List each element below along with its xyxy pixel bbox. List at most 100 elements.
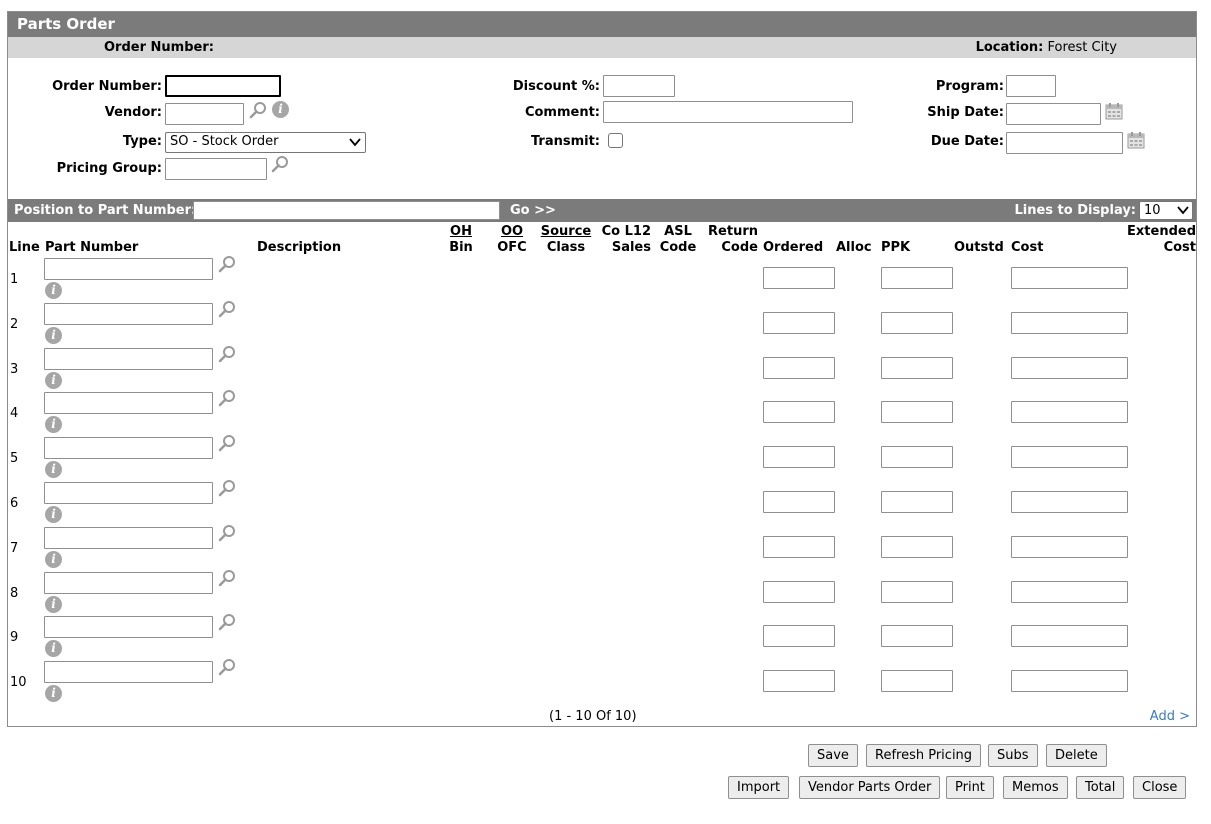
cost-input[interactable] xyxy=(1011,581,1128,603)
part-info-icon[interactable]: i xyxy=(45,640,62,657)
part-info-icon[interactable]: i xyxy=(45,372,62,389)
ordered-input[interactable] xyxy=(763,401,835,423)
cost-input[interactable] xyxy=(1011,446,1128,468)
part-number-input[interactable] xyxy=(44,348,213,370)
part-number-input[interactable] xyxy=(44,437,213,459)
cost-input[interactable] xyxy=(1011,267,1128,289)
part-info-icon[interactable]: i xyxy=(45,551,62,568)
ordered-input[interactable] xyxy=(763,670,835,692)
part-info-icon[interactable]: i xyxy=(45,506,62,523)
ordered-input[interactable] xyxy=(763,446,835,468)
program-input[interactable] xyxy=(1006,75,1056,97)
ppk-input[interactable] xyxy=(881,357,953,379)
print-button[interactable]: Print xyxy=(946,776,994,799)
vendor-input[interactable] xyxy=(165,103,244,125)
col-oh[interactable]: OH xyxy=(450,224,472,239)
ordered-input[interactable] xyxy=(763,312,835,334)
part-search-icon[interactable] xyxy=(217,434,237,454)
delete-button[interactable]: Delete xyxy=(1046,744,1107,767)
add-link[interactable]: Add > xyxy=(1150,709,1190,724)
cost-input[interactable] xyxy=(1011,312,1128,334)
lines-to-display-select[interactable]: 10 xyxy=(1139,201,1193,220)
cost-input[interactable] xyxy=(1011,401,1128,423)
import-button[interactable]: Import xyxy=(728,776,790,799)
position-to-part-input[interactable] xyxy=(193,201,500,220)
refresh-pricing-button[interactable]: Refresh Pricing xyxy=(866,744,982,767)
ordered-input[interactable] xyxy=(763,267,835,289)
part-search-icon[interactable] xyxy=(217,345,237,365)
comment-input[interactable] xyxy=(603,101,853,123)
vendor-info-icon[interactable]: i xyxy=(272,101,289,118)
cost-input[interactable] xyxy=(1011,670,1128,692)
due-date-calendar-icon[interactable] xyxy=(1127,131,1145,149)
part-info-icon[interactable]: i xyxy=(45,282,62,299)
ppk-input[interactable] xyxy=(881,267,953,289)
part-info-icon[interactable]: i xyxy=(45,327,62,344)
vendor-search-icon[interactable] xyxy=(248,101,268,121)
ppk-input[interactable] xyxy=(881,581,953,603)
ordered-input[interactable] xyxy=(763,536,835,558)
part-search-icon[interactable] xyxy=(217,569,237,589)
order-number-input[interactable] xyxy=(165,75,281,97)
discount-input[interactable] xyxy=(603,75,675,97)
part-search-icon[interactable] xyxy=(217,479,237,499)
cost-input[interactable] xyxy=(1011,357,1128,379)
part-number-input[interactable] xyxy=(44,258,213,280)
ship-date-input[interactable] xyxy=(1006,103,1101,125)
ppk-input[interactable] xyxy=(881,446,953,468)
part-number-input[interactable] xyxy=(44,572,213,594)
part-number-input[interactable] xyxy=(44,616,213,638)
ppk-input[interactable] xyxy=(881,670,953,692)
part-info-icon[interactable]: i xyxy=(45,596,62,613)
ppk-input[interactable] xyxy=(881,401,953,423)
transmit-checkbox[interactable] xyxy=(608,133,623,148)
cost-input[interactable] xyxy=(1011,491,1128,513)
part-search-icon[interactable] xyxy=(217,658,237,678)
col-oo[interactable]: OO xyxy=(501,224,523,239)
cost-input[interactable] xyxy=(1011,625,1128,647)
type-label: Type: xyxy=(122,134,162,149)
parts-order-panel: Parts Order Order Number: Location: Fore… xyxy=(7,11,1197,727)
cost-input[interactable] xyxy=(1011,536,1128,558)
ppk-input[interactable] xyxy=(881,625,953,647)
col-co-l12-sales: Co L12 Sales xyxy=(595,224,651,256)
part-search-icon[interactable] xyxy=(217,524,237,544)
pricing-group-input[interactable] xyxy=(165,158,267,180)
order-number-info-label: Order Number: xyxy=(104,40,214,55)
part-info-icon[interactable]: i xyxy=(45,685,62,702)
ordered-input[interactable] xyxy=(763,357,835,379)
save-button[interactable]: Save xyxy=(808,744,858,767)
ordered-input[interactable] xyxy=(763,491,835,513)
go-button[interactable]: Go >> xyxy=(510,203,556,218)
part-search-icon[interactable] xyxy=(217,300,237,320)
col-source[interactable]: Source xyxy=(541,224,591,239)
col-description: Description xyxy=(257,240,342,255)
close-button[interactable]: Close xyxy=(1133,776,1187,799)
col-extended-cost: Extended Cost xyxy=(1108,224,1196,256)
part-number-input[interactable] xyxy=(44,527,213,549)
ppk-input[interactable] xyxy=(881,491,953,513)
part-number-input[interactable] xyxy=(44,392,213,414)
ship-date-calendar-icon[interactable] xyxy=(1105,102,1123,120)
part-info-icon[interactable]: i xyxy=(45,416,62,433)
subs-button[interactable]: Subs xyxy=(988,744,1038,767)
col-class: Class xyxy=(546,240,586,255)
memos-button[interactable]: Memos xyxy=(1003,776,1068,799)
ordered-input[interactable] xyxy=(763,581,835,603)
part-number-input[interactable] xyxy=(44,303,213,325)
ppk-input[interactable] xyxy=(881,312,953,334)
part-number-input[interactable] xyxy=(44,482,213,504)
line-number: 5 xyxy=(10,451,19,466)
vendor-parts-order-button[interactable]: Vendor Parts Order xyxy=(799,776,941,799)
part-search-icon[interactable] xyxy=(217,389,237,409)
ppk-input[interactable] xyxy=(881,536,953,558)
part-info-icon[interactable]: i xyxy=(45,461,62,478)
pricing-group-search-icon[interactable] xyxy=(270,155,290,175)
type-select[interactable]: SO - Stock Order xyxy=(165,132,366,153)
part-search-icon[interactable] xyxy=(217,255,237,275)
total-button[interactable]: Total xyxy=(1076,776,1125,799)
ordered-input[interactable] xyxy=(763,625,835,647)
part-number-input[interactable] xyxy=(44,661,213,683)
due-date-input[interactable] xyxy=(1006,132,1123,154)
part-search-icon[interactable] xyxy=(217,613,237,633)
